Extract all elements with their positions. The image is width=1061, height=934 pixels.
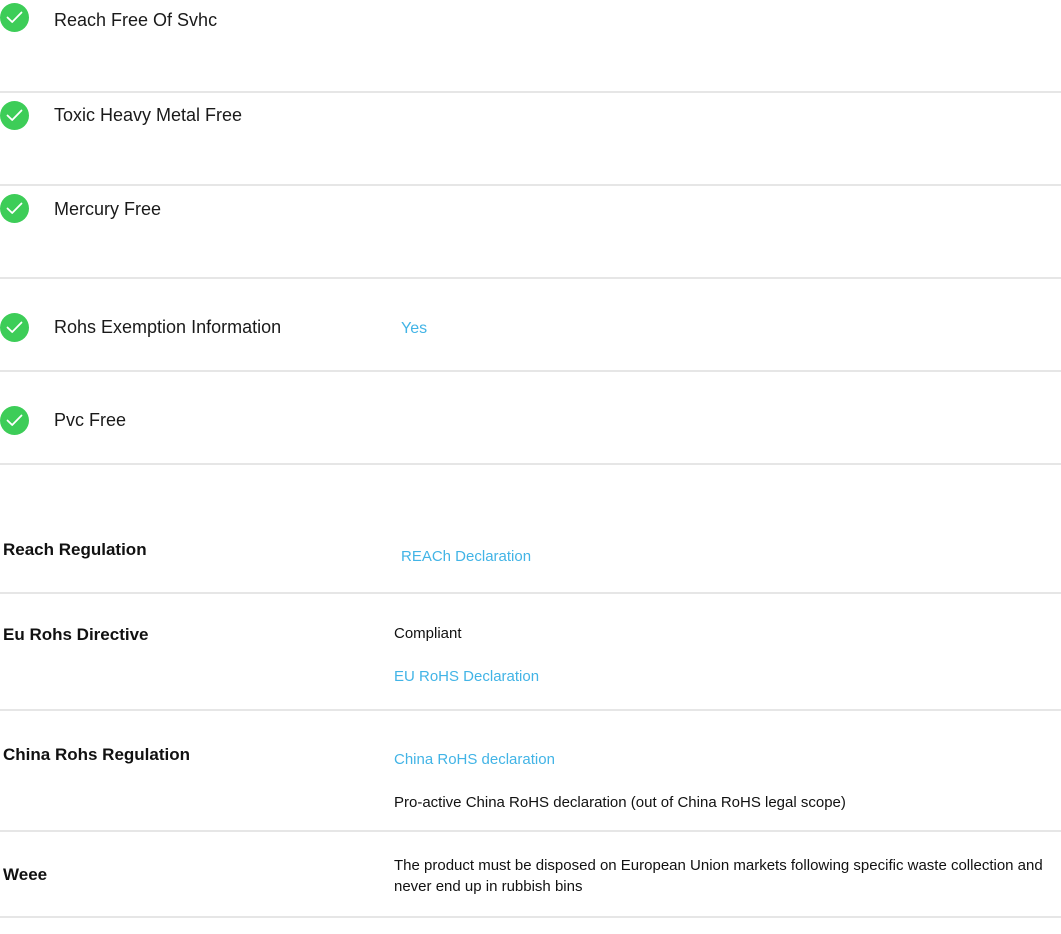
eu-rohs-declaration-link[interactable]: EU RoHS Declaration [394,666,539,687]
env-label: Pvc Free [54,410,127,430]
reg-row-reach-regulation: Reach Regulation REACh Declaration [0,520,1061,594]
china-rohs-declaration-link[interactable]: China RoHS declaration [394,749,555,770]
rohs-exemption-value-link[interactable]: Yes [401,320,427,338]
environmental-list: Reach Free Of Svhc Toxic Heavy Metal Fre… [0,0,1061,465]
regulations-table: Reach Regulation REACh Declaration Eu Ro… [0,520,1061,918]
reach-declaration-link[interactable]: REACh Declaration [401,546,531,567]
reg-row-weee: Weee The product must be disposed on Eur… [0,832,1061,918]
check-circle-icon [0,313,29,342]
reg-label: Weee [3,865,48,884]
check-circle-icon [0,194,29,223]
reg-label: Reach Regulation [3,540,147,559]
reg-label: China Rohs Regulation [3,745,190,764]
check-circle-icon [0,101,29,130]
env-row-pvc-free: Pvc Free [0,372,1061,465]
env-row-mercury-free: Mercury Free [0,186,1061,279]
weee-description: The product must be disposed on European… [394,857,1043,895]
env-row-reach-free: Reach Free Of Svhc [0,0,1061,93]
env-label: Toxic Heavy Metal Free [54,105,243,125]
env-label: Rohs Exemption Information [54,317,282,337]
china-rohs-scope-note: Pro-active China RoHS declaration (out o… [394,794,846,811]
check-circle-icon [0,406,29,435]
env-label: Reach Free Of Svhc [54,10,218,30]
reg-label: Eu Rohs Directive [3,625,149,644]
eu-rohs-status: Compliant [394,625,462,642]
env-row-toxic-heavy-metal: Toxic Heavy Metal Free [0,93,1061,186]
reg-row-eu-rohs: Eu Rohs Directive Compliant EU RoHS Decl… [0,594,1061,711]
env-row-rohs-exemption: Rohs Exemption Information Yes [0,279,1061,372]
reg-row-china-rohs: China Rohs Regulation China RoHS declara… [0,711,1061,832]
check-circle-icon [0,3,29,32]
env-label: Mercury Free [54,199,162,219]
